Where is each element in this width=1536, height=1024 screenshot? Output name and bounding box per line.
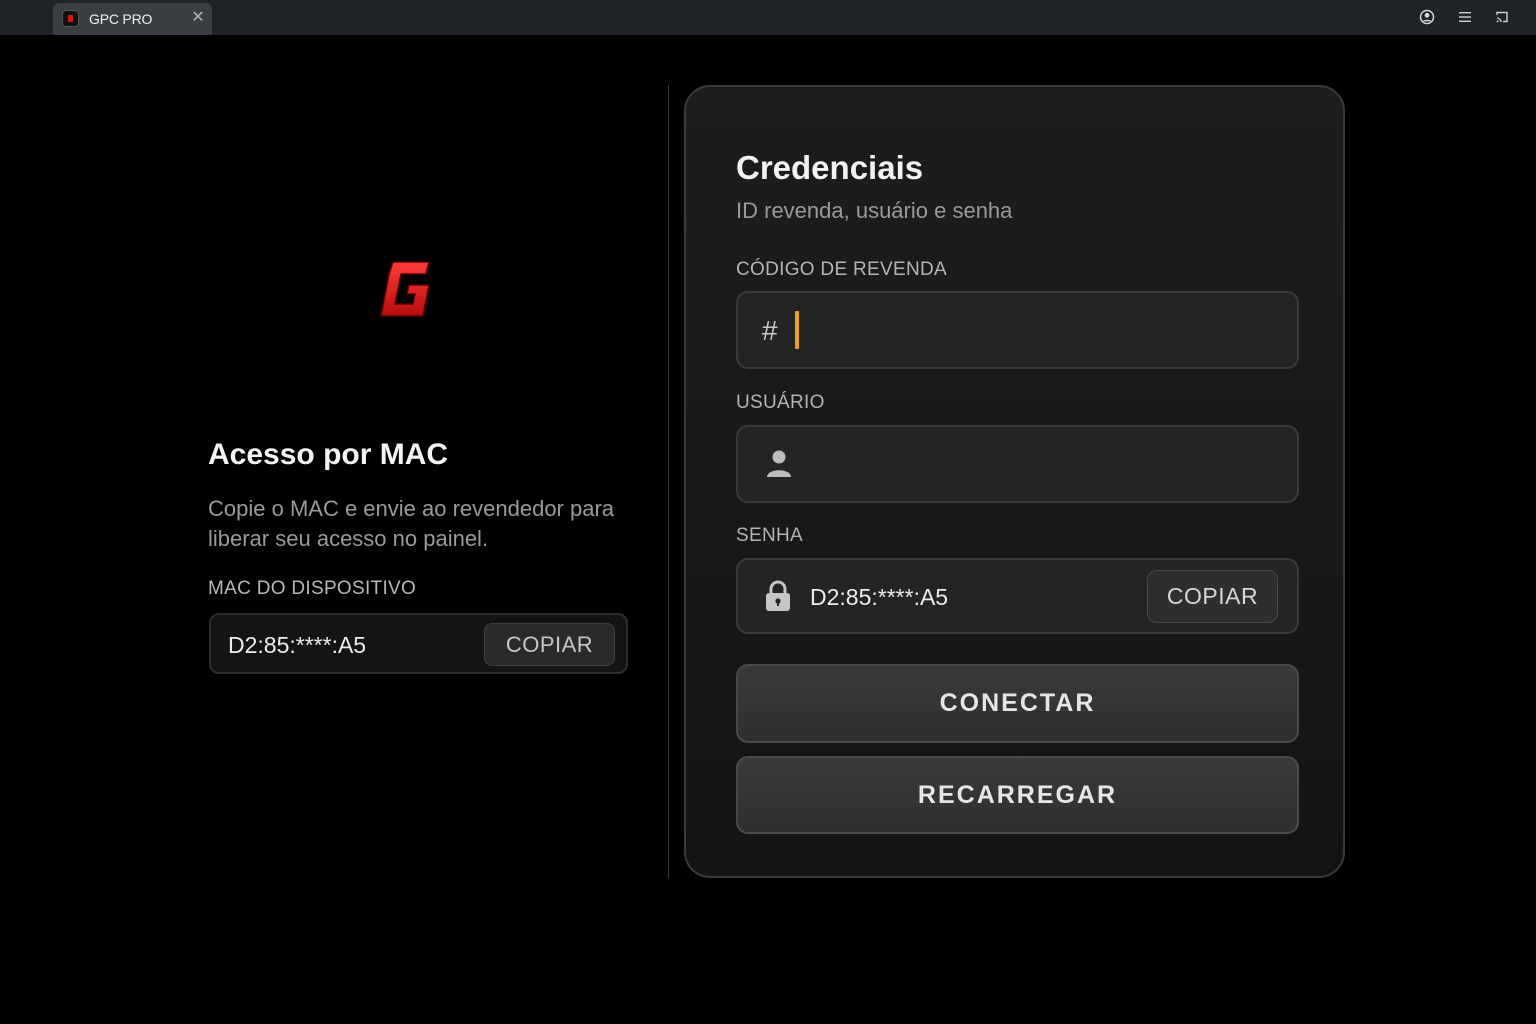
usuario-input[interactable] <box>736 425 1299 503</box>
copy-mac-button[interactable]: COPIAR <box>484 623 615 666</box>
lock-icon <box>766 580 790 611</box>
brand-logo-icon <box>380 261 430 317</box>
hash-icon: # <box>762 315 778 346</box>
mac-panel-description: Copie o MAC e envie ao revendedor para l… <box>208 496 615 551</box>
connect-button[interactable]: CONECTAR <box>736 664 1299 743</box>
credentials-title: Credenciais <box>736 149 924 186</box>
mac-address-value: D2:85:****:A5 <box>228 632 367 658</box>
text-caret <box>795 311 799 349</box>
copy-senha-button[interactable]: COPIAR <box>1147 570 1278 623</box>
browser-titlebar: GPC PRO ✕ <box>0 0 1536 35</box>
menu-icon[interactable] <box>1456 8 1474 26</box>
senha-label: SENHA <box>736 525 803 546</box>
reload-button[interactable]: RECARREGAR <box>736 756 1299 834</box>
credentials-card: Credenciais ID revenda, usuário e senha … <box>684 85 1345 878</box>
cast-icon[interactable] <box>1493 8 1511 26</box>
panel-divider <box>668 85 669 878</box>
senha-value: D2:85:****:A5 <box>810 584 949 610</box>
mac-panel-title: Acesso por MAC <box>208 438 449 471</box>
app-favicon-icon <box>62 10 79 27</box>
browser-tab[interactable]: GPC PRO ✕ <box>53 3 212 35</box>
account-circle-icon[interactable] <box>1418 8 1436 26</box>
usuario-label: USUÁRIO <box>736 392 825 413</box>
person-icon <box>767 450 791 477</box>
codigo-revenda-label: CÓDIGO DE REVENDA <box>736 259 947 280</box>
tab-title: GPC PRO <box>89 11 153 27</box>
tab-close-icon[interactable]: ✕ <box>189 9 207 27</box>
mac-device-label: MAC DO DISPOSITIVO <box>208 578 417 599</box>
credentials-subtitle: ID revenda, usuário e senha <box>736 198 1013 223</box>
codigo-revenda-input[interactable]: # <box>736 291 1299 369</box>
mac-address-box: D2:85:****:A5 COPIAR <box>209 613 628 674</box>
senha-input[interactable]: D2:85:****:A5 COPIAR <box>736 558 1299 634</box>
